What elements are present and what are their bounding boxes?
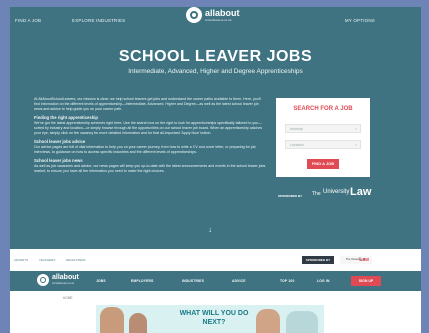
person-image bbox=[286, 311, 318, 333]
site-logo[interactable]: allabout schoolleavers.co.uk bbox=[186, 7, 244, 23]
find-job-button[interactable]: FIND A JOB bbox=[307, 159, 339, 169]
sponsor-law-logo[interactable]: The University of Law bbox=[340, 256, 372, 264]
logo-circle-icon bbox=[37, 274, 49, 286]
location-placeholder: Location bbox=[290, 143, 304, 147]
scroll-down-arrow-icon[interactable]: ↓ bbox=[208, 225, 212, 234]
hero-section: FIND A JOB EXPLORE INDUSTRIES MY OPTIONS… bbox=[10, 7, 421, 249]
search-title: SEARCH FOR A JOB bbox=[293, 106, 353, 112]
adverts-link[interactable]: ADVERTS bbox=[14, 258, 28, 262]
location-select[interactable]: Location × bbox=[285, 140, 361, 149]
logo-name: allabout bbox=[205, 8, 240, 18]
news-paragraph: As well as job vacancies and advice, our… bbox=[34, 164, 266, 173]
sign-up-button[interactable]: SIGN UP bbox=[351, 276, 381, 286]
logo-circle-icon bbox=[186, 7, 202, 23]
section-heading-finding: Finding the right apprenticeship bbox=[34, 115, 98, 120]
sponsor-the: The bbox=[312, 191, 321, 197]
teachers-link[interactable]: TEACHERS bbox=[39, 258, 55, 262]
person-image bbox=[100, 307, 124, 333]
window-frame: FIND A JOB EXPLORE INDUSTRIES MY OPTIONS… bbox=[0, 0, 429, 333]
section-heading-advice: School leaver jobs advice bbox=[34, 139, 86, 144]
nav-my-options-link[interactable]: MY OPTIONS bbox=[345, 18, 375, 23]
nav-explore-industries-link[interactable]: EXPLORE INDUSTRIES bbox=[72, 18, 125, 23]
logo-tagline: schoolleavers.co.uk bbox=[205, 18, 232, 22]
intro-paragraph: At AllAboutSchoolLeavers, our mission is… bbox=[34, 97, 262, 111]
intro-text: At AllAboutSchoolLeavers, our mission is… bbox=[34, 97, 266, 177]
banner-text: WHAT WILL YOU DO NEXT? bbox=[179, 310, 249, 326]
nav-top-100[interactable]: TOP 100 bbox=[280, 279, 294, 283]
sponsor-logo[interactable]: SPONSORED BY The University Law bbox=[278, 186, 378, 202]
nav-log-in[interactable]: LOG IN bbox=[317, 279, 330, 283]
job-search-box: SEARCH FOR A JOB Industry × Location × F… bbox=[276, 98, 370, 177]
finding-paragraph: We've got the latest apprenticeship sche… bbox=[34, 121, 263, 135]
breadcrumb[interactable]: HOME bbox=[63, 296, 73, 300]
industry-placeholder: Industry bbox=[290, 127, 303, 131]
page-subtitle: Intermediate, Advanced, Higher and Degre… bbox=[128, 68, 303, 75]
nav-jobs[interactable]: JOBS bbox=[96, 279, 106, 283]
recruiters-link[interactable]: RECRUITERS bbox=[66, 258, 86, 262]
nav-find-job-link[interactable]: FIND A JOB bbox=[15, 18, 41, 23]
sponsored-by-badge: SPONSORED BY bbox=[302, 256, 334, 264]
clear-icon[interactable]: × bbox=[355, 125, 357, 133]
industry-select[interactable]: Industry × bbox=[285, 124, 361, 133]
sponsor-university: University bbox=[323, 189, 350, 195]
clear-icon[interactable]: × bbox=[355, 141, 357, 149]
nav-employers[interactable]: EMPLOYERS bbox=[131, 279, 154, 283]
sponsor-small-text: The University of bbox=[346, 258, 365, 261]
webpage: FIND A JOB EXPLORE INDUSTRIES MY OPTIONS… bbox=[10, 7, 421, 333]
secondary-strip: ADVERTS TEACHERS RECRUITERS SPONSORED BY… bbox=[10, 254, 421, 267]
person-image bbox=[256, 309, 280, 333]
nav-industries[interactable]: INDUSTRIES bbox=[182, 279, 204, 283]
main-navbar: allabout schoolleavers.co.uk JOBS EMPLOY… bbox=[10, 271, 421, 291]
ad-banner[interactable]: WHAT WILL YOU DO NEXT? bbox=[96, 305, 324, 333]
section-heading-news: School leaver jobs news bbox=[34, 158, 83, 163]
navbar-logo[interactable]: allabout schoolleavers.co.uk bbox=[37, 274, 97, 288]
navbar-logo-sub: schoolleavers.co.uk bbox=[52, 282, 74, 285]
advice-paragraph: Our advice pages are full of vital infor… bbox=[34, 145, 256, 154]
page-title: SCHOOL LEAVER JOBS bbox=[118, 48, 313, 65]
navbar-logo-name: allabout bbox=[52, 274, 79, 281]
nav-advice[interactable]: ADVICE bbox=[232, 279, 246, 283]
sponsored-by-label: SPONSORED BY bbox=[278, 194, 303, 198]
person-image bbox=[129, 313, 147, 333]
sponsor-law: Law bbox=[350, 186, 372, 198]
